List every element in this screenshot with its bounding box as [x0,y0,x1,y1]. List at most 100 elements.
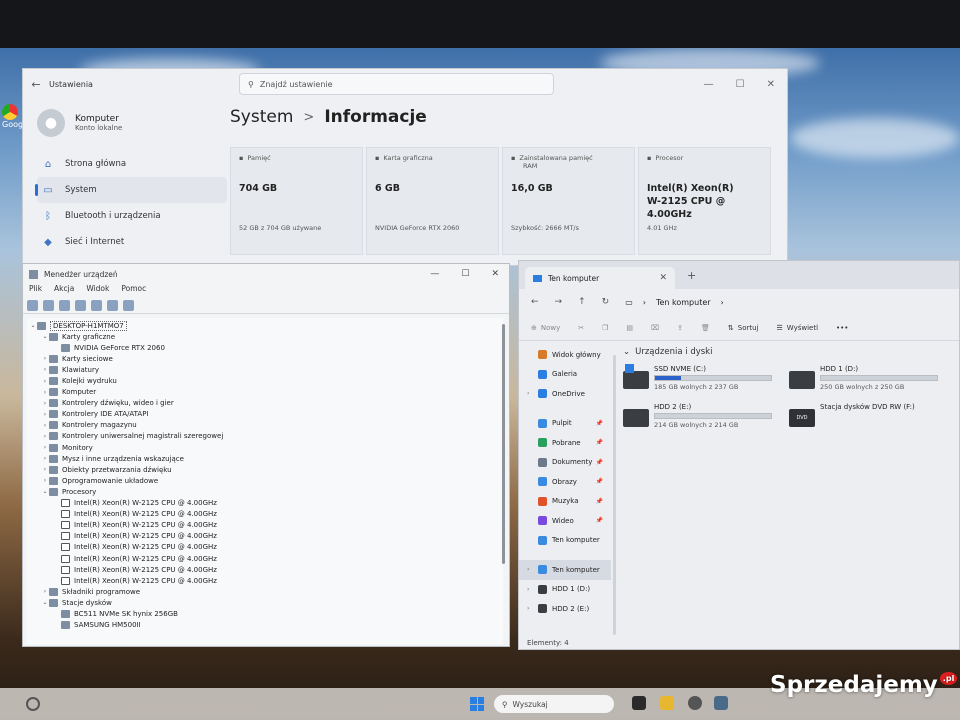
tree-row[interactable]: ⌄ Karty graficzne [27,331,503,342]
share-icon[interactable]: ⇪ [677,324,683,332]
tree-row[interactable]: Intel(R) Xeon(R) W-2125 CPU @ 4.00GHz [27,520,503,531]
tree-row[interactable]: Intel(R) Xeon(R) W-2125 CPU @ 4.00GHz [27,553,503,564]
menu-item-akcja[interactable]: Akcja [54,284,74,298]
monitor-icon[interactable] [123,300,134,311]
chevron-right-icon[interactable]: › [41,455,49,462]
forward-icon[interactable] [43,300,54,311]
nav-item-ten-komputer[interactable]: Ten komputer [519,531,611,551]
menu-item-widok[interactable]: Widok [86,284,109,298]
nav-item-ten-komputer[interactable]: › Ten komputer [519,560,611,580]
tree-row[interactable]: › Kontrolery dźwięku, wideo i gier [27,398,503,409]
nav-item-muzyka[interactable]: Muzyka 📌 [519,492,611,512]
chevron-down-icon[interactable]: ⌄ [41,599,49,606]
new-tab-icon[interactable]: + [687,269,696,282]
settings-search-input[interactable]: ⚲ Znajdź ustawienie [239,73,554,95]
delete-icon[interactable]: 🗑 [701,324,710,332]
breadcrumb-system[interactable]: System [230,107,293,127]
tab-this-pc[interactable]: Ten komputer ✕ [525,267,675,289]
nav-item-widok-g-wny[interactable]: Widok główny [519,345,611,365]
chevron-right-icon[interactable]: › [41,477,49,484]
cut-icon[interactable]: ✂ [578,324,584,332]
device-manager-taskbar-icon[interactable] [714,696,728,710]
scrollbar[interactable] [502,324,505,564]
sidebar-item-sie-i-internet[interactable]: ◆ Sieć i Internet [37,229,227,255]
properties-icon[interactable] [59,300,70,311]
minimize-icon[interactable]: — [704,79,714,90]
task-view-icon[interactable] [632,696,646,710]
nav-item-hdd-1-d-[interactable]: › HDD 1 (D:) [519,580,611,600]
drive-tile[interactable]: SSD NVME (C:) 185 GB wolnych z 237 GB [623,364,781,399]
tree-row[interactable]: › Komputer [27,387,503,398]
chevron-right-icon[interactable]: › [41,411,49,418]
tree-row[interactable]: › Klawiatury [27,364,503,375]
widgets-icon[interactable] [26,697,40,711]
maximize-icon[interactable]: ☐ [461,269,469,279]
new-button[interactable]: ⊕ Nowy [531,324,560,332]
tree-row[interactable]: Intel(R) Xeon(R) W-2125 CPU @ 4.00GHz [27,564,503,575]
chevron-right-icon[interactable]: › [41,400,49,407]
forward-arrow-icon[interactable]: → [555,297,563,307]
chevron-right-icon[interactable]: › [41,444,49,451]
drive-tile[interactable]: HDD 1 (D:) 250 GB wolnych z 250 GB [789,365,947,399]
view-icon[interactable] [91,300,102,311]
tree-row[interactable]: › Kontrolery magazynu [27,420,503,431]
user-account[interactable]: ● Komputer Konto lokalne [37,109,227,137]
tree-row[interactable]: › Monitory [27,442,503,453]
minimize-icon[interactable]: — [430,269,439,279]
chevron-right-icon[interactable]: › [41,378,49,385]
chevron-right-icon[interactable]: › [527,566,533,573]
nav-item-onedrive[interactable]: › OneDrive [519,384,611,404]
chevron-right-icon[interactable]: › [41,466,49,473]
back-arrow-icon[interactable]: ← [531,297,539,307]
tree-row[interactable]: NVIDIA GeForce RTX 2060 [27,342,503,353]
chevron-right-icon[interactable]: › [41,355,49,362]
close-icon[interactable]: ✕ [491,269,499,279]
tree-row[interactable]: › Kontrolery uniwersalnej magistrali szer… [27,431,503,442]
chevron-down-icon[interactable]: ⌄ [29,322,37,329]
tree-row[interactable]: › Oprogramowanie układowe [27,475,503,486]
paste-icon[interactable]: ▤ [626,324,633,332]
view-button[interactable]: ☰ Wyświetl [777,324,819,332]
tree-row[interactable]: › Obiekty przetwarzania dźwięku [27,464,503,475]
close-icon[interactable]: ✕ [767,79,775,90]
tree-row[interactable]: › Karty sieciowe [27,353,503,364]
close-tab-icon[interactable]: ✕ [659,273,675,283]
tree-row[interactable]: Intel(R) Xeon(R) W-2125 CPU @ 4.00GHz [27,498,503,509]
drive-tile[interactable]: DVD Stacja dysków DVD RW (F:) [789,403,947,437]
nav-item-galeria[interactable]: Galeria [519,365,611,385]
back-icon[interactable] [27,300,38,311]
scan-icon[interactable] [107,300,118,311]
nav-item-hdd-2-e-[interactable]: › HDD 2 (E:) [519,599,611,619]
chevron-right-icon[interactable]: › [41,422,49,429]
chevron-right-icon[interactable]: › [527,586,533,593]
tree-row[interactable]: BC511 NVMe SK hynix 256GB [27,608,503,619]
sidebar-item-bluetooth-i-urz-dzenia[interactable]: ᛒ Bluetooth i urządzenia [37,203,227,229]
nav-item-obrazy[interactable]: Obrazy 📌 [519,472,611,492]
address-breadcrumb[interactable]: ▭ › Ten komputer › [625,298,724,307]
nav-item-pulpit[interactable]: Pulpit 📌 [519,414,611,434]
devices-group-header[interactable]: ⌄ Urządzenia i dyski [623,347,953,357]
nav-item-wideo[interactable]: Wideo 📌 [519,511,611,531]
tree-row[interactable]: › Składniki programowe [27,586,503,597]
chevron-right-icon[interactable]: › [527,390,533,397]
tree-row[interactable]: › Kolejki wydruku [27,375,503,386]
start-button[interactable] [470,697,484,711]
tree-row[interactable]: › Mysz i inne urządzenia wskazujące [27,453,503,464]
chevron-down-icon[interactable]: ⌄ [41,488,49,495]
menu-item-pomoc[interactable]: Pomoc [121,284,146,298]
chevron-right-icon[interactable]: › [41,433,49,440]
settings-gear-icon[interactable] [688,696,702,710]
chevron-right-icon[interactable]: › [41,389,49,396]
refresh-icon[interactable]: ↻ [602,297,610,307]
nav-item-dokumenty[interactable]: Dokumenty 📌 [519,453,611,473]
scrollbar[interactable] [613,355,616,635]
rename-icon[interactable]: ⌧ [651,324,659,332]
copy-icon[interactable]: ❐ [602,324,608,332]
more-options-button[interactable]: ••• [836,324,848,332]
chevron-down-icon[interactable]: ⌄ [41,333,49,340]
back-arrow-icon[interactable]: ← [23,78,49,91]
maximize-icon[interactable]: ☐ [736,79,745,90]
nav-item-pobrane[interactable]: Pobrane 📌 [519,433,611,453]
chevron-right-icon[interactable]: › [41,366,49,373]
up-arrow-icon[interactable]: ↑ [578,297,586,307]
